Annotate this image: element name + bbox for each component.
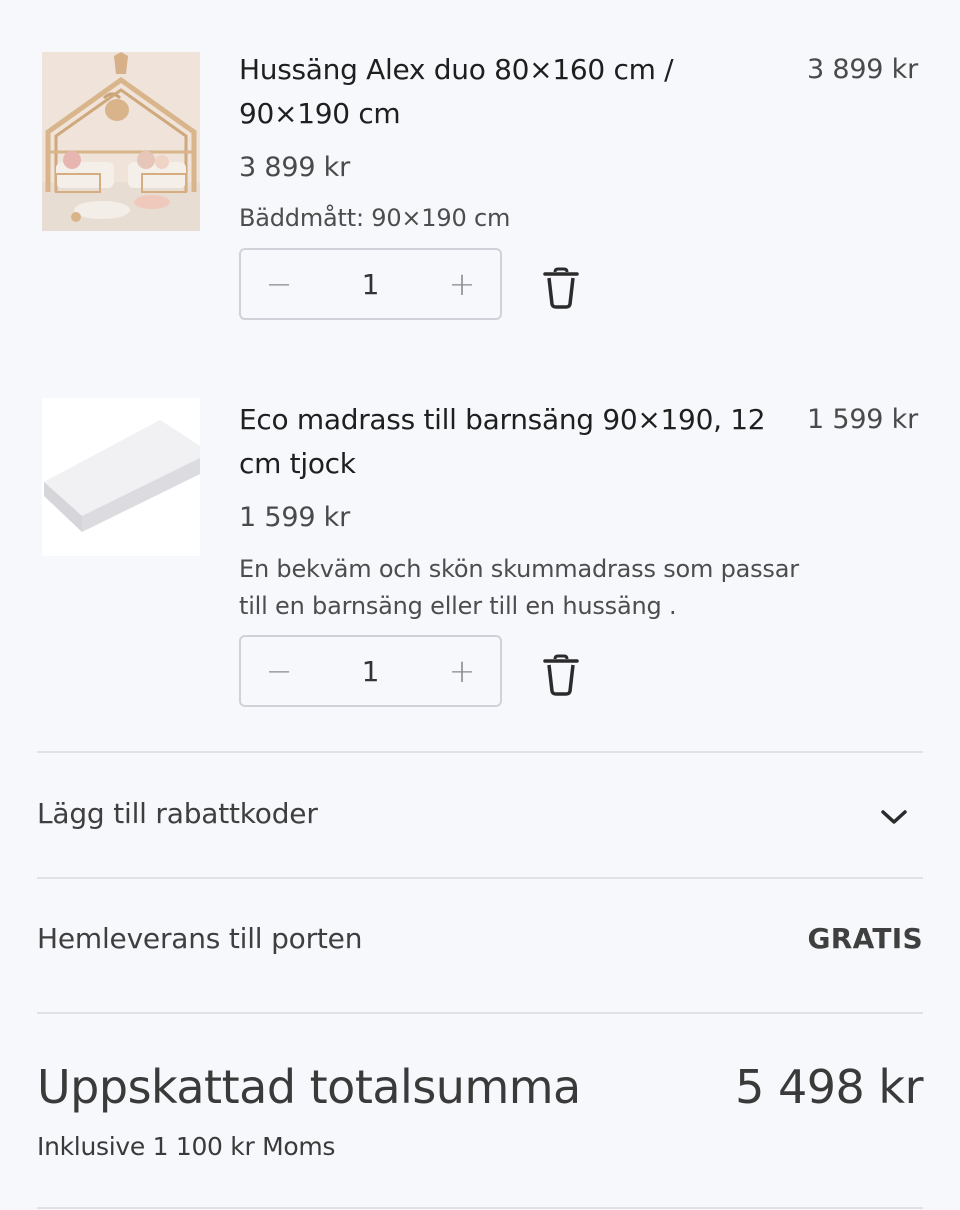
unit-price: 1 599 kr: [239, 502, 351, 533]
unit-price: 3 899 kr: [239, 152, 351, 183]
quantity-stepper: − 1 +: [239, 635, 502, 707]
decrement-button[interactable]: −: [241, 250, 317, 318]
increment-button[interactable]: +: [424, 637, 500, 705]
product-description: En bekväm och skön skummadrass som passa…: [239, 555, 799, 620]
quantity-stepper: − 1 +: [239, 248, 502, 320]
tax-note: Inklusive 1 100 kr Moms: [37, 1132, 336, 1161]
quantity-value[interactable]: 1: [317, 655, 424, 688]
house-bed-photo: [42, 52, 200, 231]
discount-code-toggle[interactable]: Lägg till rabattkoder: [0, 752, 960, 878]
shipping-label: Hemleverans till porten: [37, 922, 363, 955]
increment-button[interactable]: +: [424, 250, 500, 318]
divider: [37, 877, 923, 879]
quantity-value[interactable]: 1: [317, 268, 424, 301]
divider: [37, 1207, 923, 1209]
product-image-mattress[interactable]: [42, 398, 200, 556]
trash-icon: [543, 654, 579, 696]
total-value: 5 498 kr: [735, 1060, 923, 1114]
remove-item-button[interactable]: [541, 266, 581, 310]
discount-label: Lägg till rabattkoder: [37, 797, 318, 830]
product-detail: Bäddmått: 90×190 cm: [239, 204, 511, 232]
trash-icon: [543, 267, 579, 309]
shipping-price: GRATIS: [807, 922, 923, 955]
product-image-house-bed[interactable]: [42, 52, 200, 231]
product-title[interactable]: Hussäng Alex duo 80×160 cm / 90×190 cm: [239, 48, 791, 136]
mattress-photo: [42, 398, 200, 556]
product-title[interactable]: Eco madrass till barnsäng 90×190, 12 cm …: [239, 398, 791, 486]
chevron-down-icon: [880, 807, 908, 827]
line-total: 1 599 kr: [806, 404, 918, 435]
line-total: 3 899 kr: [806, 54, 918, 85]
remove-item-button[interactable]: [541, 653, 581, 697]
decrement-button[interactable]: −: [241, 637, 317, 705]
divider: [37, 1012, 923, 1014]
total-label: Uppskattad totalsumma: [37, 1060, 581, 1114]
